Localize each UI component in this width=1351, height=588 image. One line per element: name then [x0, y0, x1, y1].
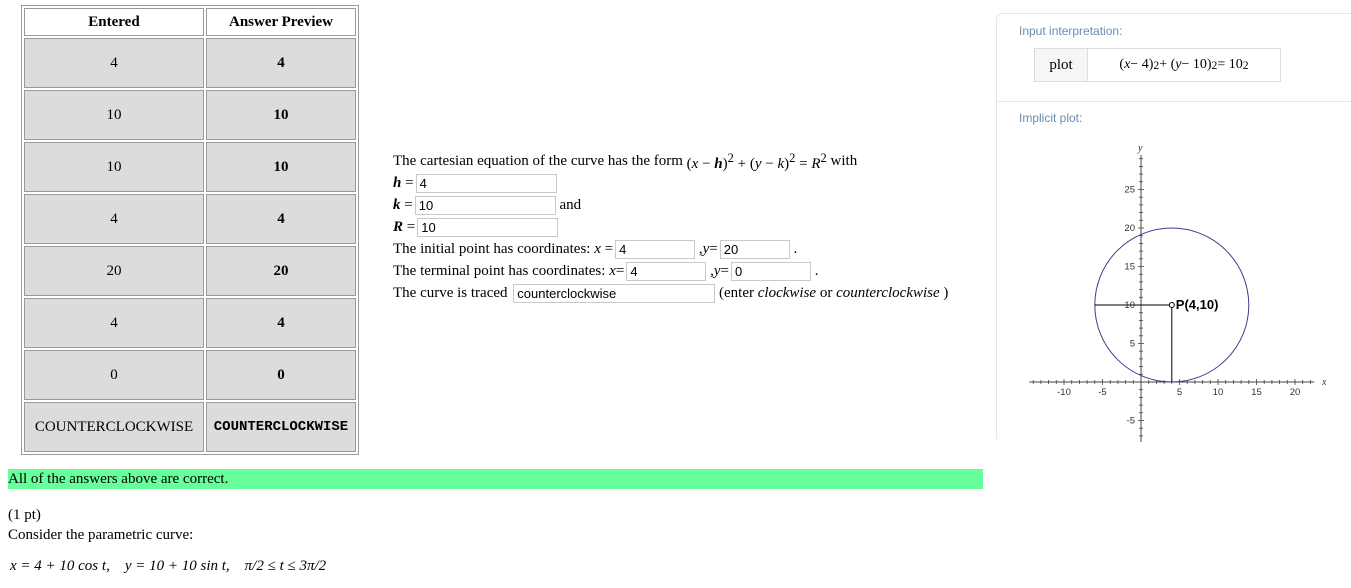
k-symbol: k [393, 197, 401, 213]
table-row: 00 [24, 350, 356, 400]
answers-table: Entered Answer Preview 4 4 10 10 10 10 4 4 20 20 4… [21, 5, 359, 455]
entered-cell: 4 [24, 38, 204, 88]
table-row: 44 [24, 194, 356, 244]
y-tick-label: 20 [1124, 223, 1135, 234]
traced-label: The curve is traced [393, 285, 508, 301]
y-axis-label: y [1137, 143, 1143, 154]
initial-label: The initial point has coordinates: [393, 241, 591, 257]
table-row: 10 10 [24, 90, 356, 140]
entered-cell: COUNTERCLOCKWISE [24, 402, 204, 452]
plot-curve [1094, 227, 1250, 383]
equation-form: (x − h)2 + (y − k)2 = R2 [682, 151, 827, 172]
preview-cell: 4 [206, 194, 356, 244]
point-p-marker [1168, 302, 1175, 308]
x-axis-label: x [1321, 377, 1327, 388]
initial-x-input[interactable]: 4 [615, 239, 696, 259]
answer-form: The cartesian equation of the curve has … [393, 150, 948, 304]
entered-cell: 4 [24, 194, 204, 244]
y-tick-label: 10 [1124, 300, 1135, 311]
form-line-R: R = 10 [393, 216, 948, 238]
preview-cell: 10 [206, 142, 356, 192]
y-tick-label: 5 [1130, 339, 1135, 350]
implicit-plot: -10 -5 5 10 15 20 -5 5 10 15 20 25 x y P(4,10) [1029, 143, 1327, 442]
equation-intro: The cartesian equation of the curve has … [393, 153, 683, 169]
k-input[interactable]: 10 [414, 195, 556, 215]
terminal-label: The terminal point has coordinates: [393, 263, 606, 279]
implicit-plot-label: Implicit plot: [1019, 111, 1083, 125]
entered-cell: 10 [24, 142, 204, 192]
x-tick-label: 10 [1213, 387, 1224, 398]
entered-cell: 4 [24, 298, 204, 348]
header-entered: Entered [24, 8, 204, 36]
table-row: COUNTERCLOCKWISE COUNTERCLOCKWISE [24, 402, 356, 452]
y-tick-label: -5 [1127, 416, 1135, 427]
form-line-terminal: The terminal point has coordinates: x = … [393, 260, 948, 282]
problem-points: (1 pt) [8, 507, 41, 523]
traced-input[interactable]: counterclockwise [513, 283, 716, 303]
input-interpretation-box: plot (x − 4) 2 + (y − 10) 2 = 10 2 [1034, 48, 1281, 82]
preview-cell: 4 [206, 298, 356, 348]
terminal-y-input[interactable]: 0 [730, 261, 811, 281]
x-tick-label: -10 [1057, 387, 1071, 398]
problem-statement: (1 pt) Consider the parametric curve: [8, 505, 193, 545]
panel-divider [997, 101, 1351, 102]
x-tick-label: 5 [1177, 387, 1182, 398]
table-row: 10 10 [24, 142, 356, 192]
table-row: 44 [24, 38, 356, 88]
form-line-equation: The cartesian equation of the curve has … [393, 150, 948, 172]
parametric-equation: x = 4 + 10 cos t, y = 10 + 10 sin t, π/2… [10, 558, 327, 574]
terminal-x-input[interactable]: 4 [626, 261, 707, 281]
R-input[interactable]: 10 [417, 217, 559, 237]
preview-cell: COUNTERCLOCKWISE [206, 402, 356, 452]
y-tick-label: 15 [1124, 262, 1135, 273]
plot-key: plot [1035, 49, 1088, 81]
R-symbol: R [393, 219, 404, 235]
wolfram-panel: Input interpretation: plot (x − 4) 2 + (y… [996, 13, 1351, 442]
preview-cell: 4 [206, 38, 356, 88]
preview-cell: 0 [206, 350, 356, 400]
x-tick-label: 15 [1251, 387, 1262, 398]
initial-y-input[interactable]: 20 [719, 239, 790, 259]
plot-equation: (x − 4) 2 + (y − 10) 2 = 10 2 [1119, 57, 1249, 72]
plot-axes [1029, 154, 1315, 442]
form-line-initial: The initial point has coordinates: x = 4… [393, 238, 948, 260]
form-line-h: h = 4 [393, 172, 948, 194]
point-p-label: P(4,10) [1176, 297, 1219, 312]
x-tick-label: 20 [1290, 387, 1301, 398]
y-tick-label: 25 [1124, 185, 1135, 196]
problem-prompt: Consider the parametric curve: [8, 527, 194, 543]
entered-cell: 10 [24, 90, 204, 140]
traced-hint: (enter clockwise or counterclockwise ) [719, 285, 949, 301]
form-line-k: k = 10 and [393, 194, 948, 216]
header-answer-preview: Answer Preview [206, 8, 356, 36]
preview-cell: 20 [206, 246, 356, 296]
correct-banner: All of the answers above are correct. [8, 469, 983, 489]
x-tick-label: -5 [1098, 387, 1106, 398]
k-and: and [559, 197, 582, 213]
input-interpretation-label: Input interpretation: [1019, 24, 1123, 38]
form-line-traced: The curve is traced counterclockwise (en… [393, 282, 948, 304]
entered-cell: 20 [24, 246, 204, 296]
h-input[interactable]: 4 [415, 173, 557, 193]
entered-cell: 0 [24, 350, 204, 400]
h-symbol: h [393, 175, 402, 191]
equation-with: with [830, 153, 858, 169]
table-row: 20 20 [24, 246, 356, 296]
preview-cell: 10 [206, 90, 356, 140]
table-row: 44 [24, 298, 356, 348]
